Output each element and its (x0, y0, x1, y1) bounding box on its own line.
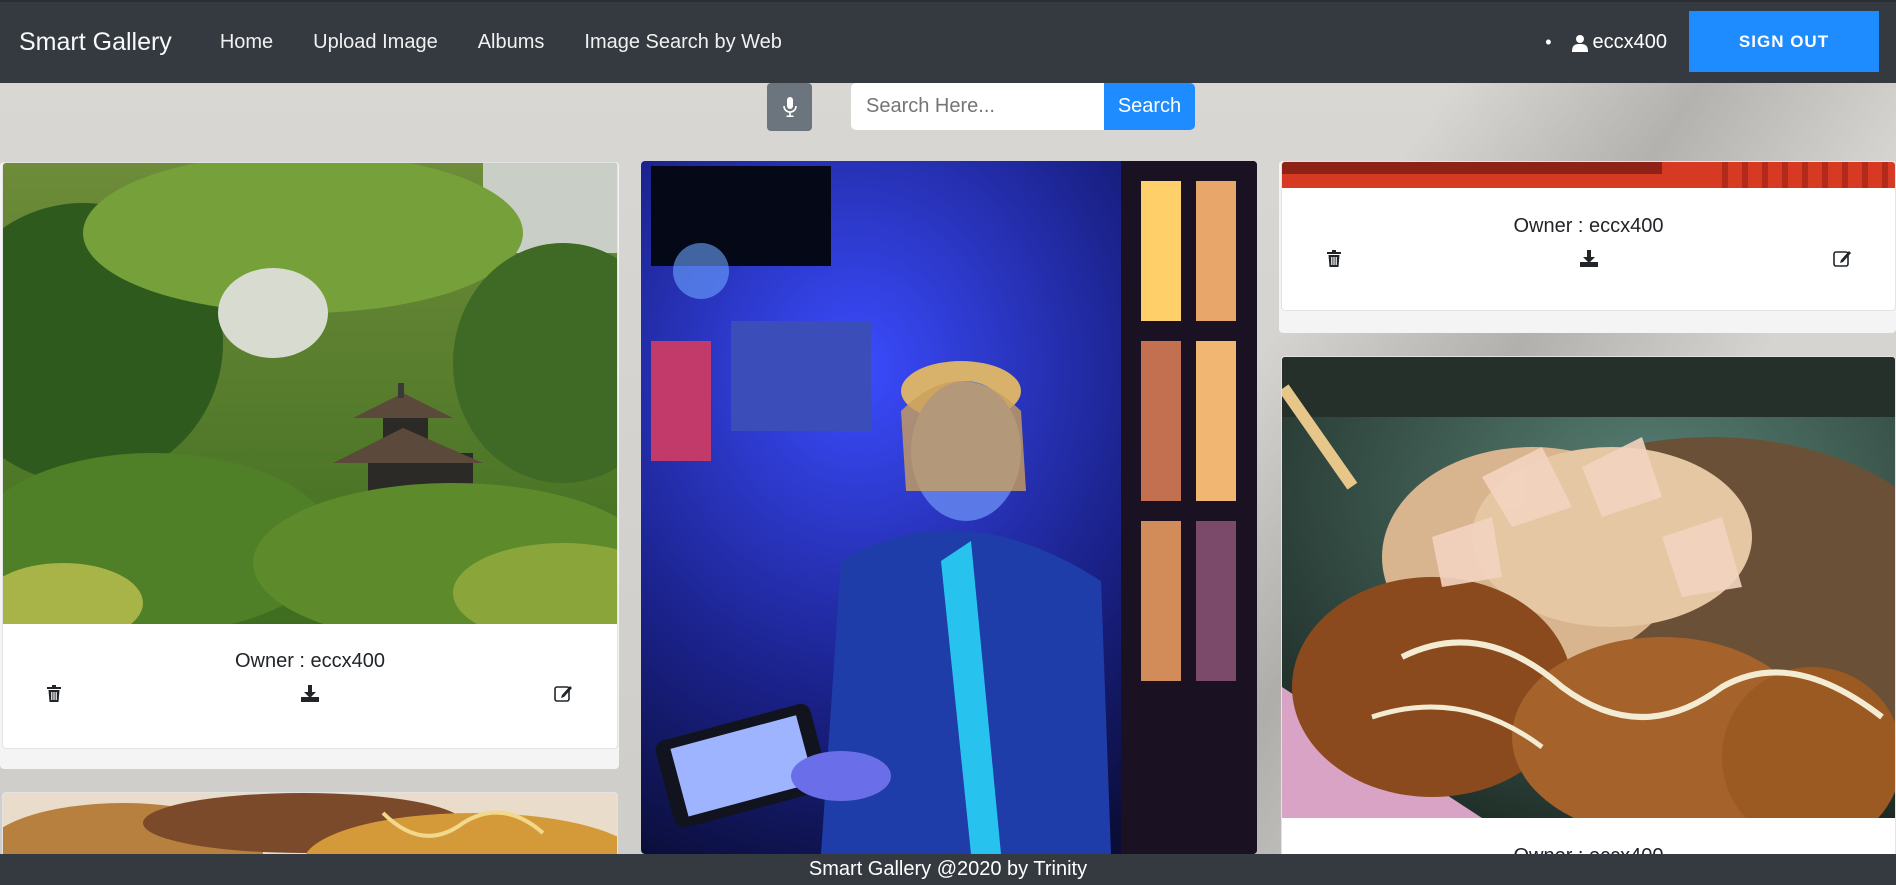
download-icon[interactable] (1580, 250, 1598, 272)
search-button[interactable]: Search (1104, 83, 1195, 130)
owner-label: Owner : eccx400 (1513, 215, 1664, 237)
nav-bullet: • (1545, 32, 1552, 52)
username-label: eccx400 (1592, 31, 1668, 53)
nav-home[interactable]: Home (220, 31, 273, 54)
user-icon (1571, 34, 1588, 52)
gallery-image[interactable] (641, 161, 1257, 854)
footer: Smart Gallery @2020 by Trinity (0, 854, 1896, 885)
image-card (641, 161, 1257, 854)
nav-albums[interactable]: Albums (478, 31, 545, 54)
nav-image-search-by-web[interactable]: Image Search by Web (584, 31, 782, 54)
owner-label: Owner : eccx400 (234, 650, 386, 672)
delete-icon[interactable] (47, 685, 61, 707)
edit-icon[interactable] (1833, 250, 1852, 272)
card-actions (1282, 250, 1895, 274)
image-card: Owner : eccx400 (1281, 161, 1896, 311)
image-card: Owner : eccx400 (1281, 356, 1896, 876)
search-bar: Search (0, 83, 1896, 131)
gallery-image[interactable] (3, 163, 617, 624)
nav-right-group: • eccx400 SIGN OUT (1545, 2, 1896, 83)
gallery-image[interactable] (1282, 162, 1895, 188)
card-actions (3, 685, 617, 709)
gallery-image[interactable] (1282, 357, 1895, 818)
microphone-icon (782, 97, 797, 117)
download-icon[interactable] (301, 685, 319, 707)
nav-upload-image[interactable]: Upload Image (313, 31, 438, 54)
delete-icon[interactable] (1327, 250, 1341, 272)
search-input[interactable] (851, 83, 1104, 130)
voice-search-button[interactable] (767, 83, 812, 131)
top-navbar: Smart Gallery Home Upload Image Albums I… (0, 0, 1896, 83)
brand-logo[interactable]: Smart Gallery (19, 28, 172, 57)
edit-icon[interactable] (554, 685, 573, 707)
image-card: Owner : eccx400 (2, 162, 618, 749)
user-menu[interactable]: eccx400 (1571, 31, 1668, 54)
sign-out-button[interactable]: SIGN OUT (1689, 11, 1879, 72)
